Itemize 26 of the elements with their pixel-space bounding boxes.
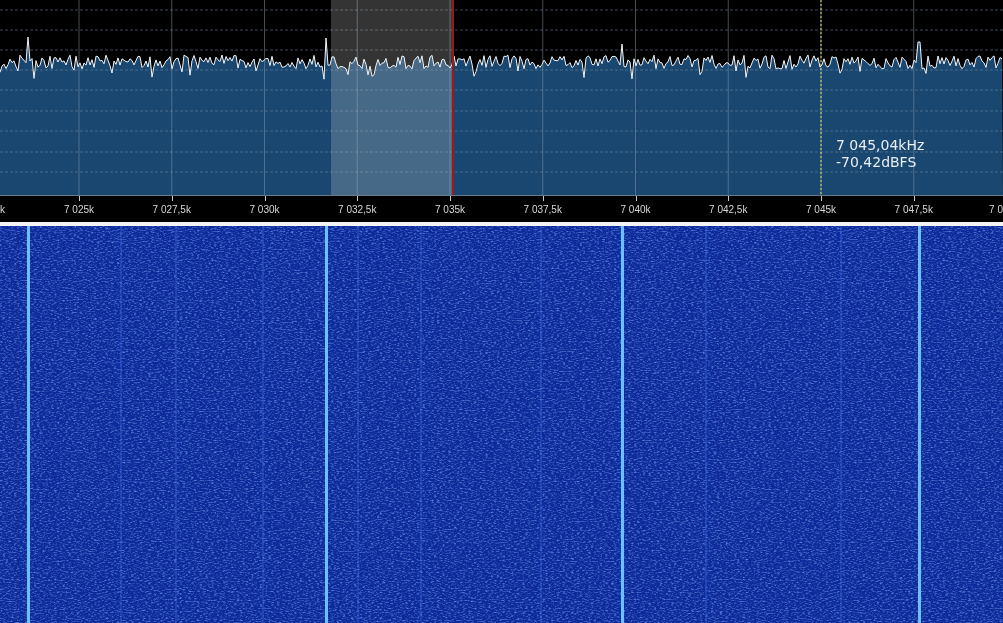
tuning-marker[interactable] [452, 0, 454, 195]
frequency-label: 7 025k [63, 204, 95, 215]
axis-tick [79, 196, 80, 201]
frequency-readout: 7 045,04kHz [836, 137, 925, 154]
frequency-label: 7 040k [619, 204, 652, 215]
axis-tick [264, 196, 266, 201]
axis-tick [450, 196, 451, 201]
frequency-label: 7 037,5k [522, 204, 563, 215]
frequency-label: k [0, 204, 5, 215]
frequency-label: 7 030k [248, 204, 281, 215]
frequency-label: 7 035k [434, 204, 466, 215]
axis-tick [357, 196, 359, 201]
frequency-label: 7 045k [805, 204, 837, 215]
frequency-label: 7 027,5k [151, 204, 192, 215]
frequency-label: 7 0 [989, 204, 1003, 215]
power-readout: -70,42dBFS [836, 154, 918, 171]
axis-tick [728, 196, 730, 201]
selection-band[interactable] [331, 0, 452, 195]
axis-tick [913, 196, 915, 201]
frequency-label: 7 047,5k [893, 204, 934, 215]
axis-tick [821, 196, 822, 201]
axis-tick [171, 196, 173, 201]
frequency-label: 7 032,5k [337, 204, 378, 215]
axis-tick [542, 196, 544, 201]
frequency-label: 7 042,5k [708, 204, 749, 215]
axis-tick [635, 196, 637, 201]
